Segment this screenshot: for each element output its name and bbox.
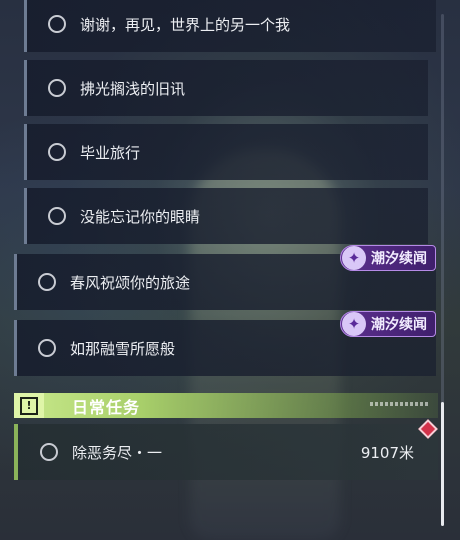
circle-icon xyxy=(48,207,66,225)
quest-item[interactable]: 谢谢，再见，世界上的另一个我 xyxy=(24,0,436,52)
circle-icon xyxy=(48,143,66,161)
quest-label: 拂光搁浅的旧讯 xyxy=(80,79,186,98)
quest-label: 除恶务尽・一 xyxy=(72,443,163,462)
section-title: 日常任务 xyxy=(72,397,141,417)
circle-icon xyxy=(40,443,58,461)
tide-story-tag: ✦ 潮汐续闻 xyxy=(340,311,436,337)
quest-label: 春风祝颂你的旅途 xyxy=(70,273,191,292)
circle-icon xyxy=(48,79,66,97)
tag-label: 潮汐续闻 xyxy=(371,317,427,333)
daily-quest-item[interactable]: 除恶务尽・一 9107米 xyxy=(14,424,438,480)
scrollbar-thumb[interactable] xyxy=(441,402,444,526)
quest-label: 没能忘记你的眼睛 xyxy=(80,207,201,226)
circle-icon xyxy=(38,273,56,291)
distance-readout: 9107米 xyxy=(360,443,414,462)
circle-icon xyxy=(38,339,56,357)
circle-icon xyxy=(48,15,66,33)
tide-story-icon: ✦ xyxy=(342,246,366,270)
quest-item[interactable]: 毕业旅行 xyxy=(24,124,428,180)
quest-item[interactable]: 没能忘记你的眼睛 xyxy=(24,188,428,244)
alert-icon: ! xyxy=(14,393,44,418)
quest-label: 毕业旅行 xyxy=(80,143,141,162)
quest-label: 如那融雪所愿般 xyxy=(70,339,176,358)
tide-story-tag: ✦ 潮汐续闻 xyxy=(340,245,436,271)
quest-item[interactable]: 拂光搁浅的旧讯 xyxy=(24,60,428,116)
decorative-stripes xyxy=(370,402,430,406)
tag-label: 潮汐续闻 xyxy=(371,251,427,267)
tide-story-icon: ✦ xyxy=(342,312,366,336)
daily-quests-header[interactable]: ! 日常任务 xyxy=(14,393,438,418)
quest-label: 谢谢，再见，世界上的另一个我 xyxy=(80,15,291,34)
